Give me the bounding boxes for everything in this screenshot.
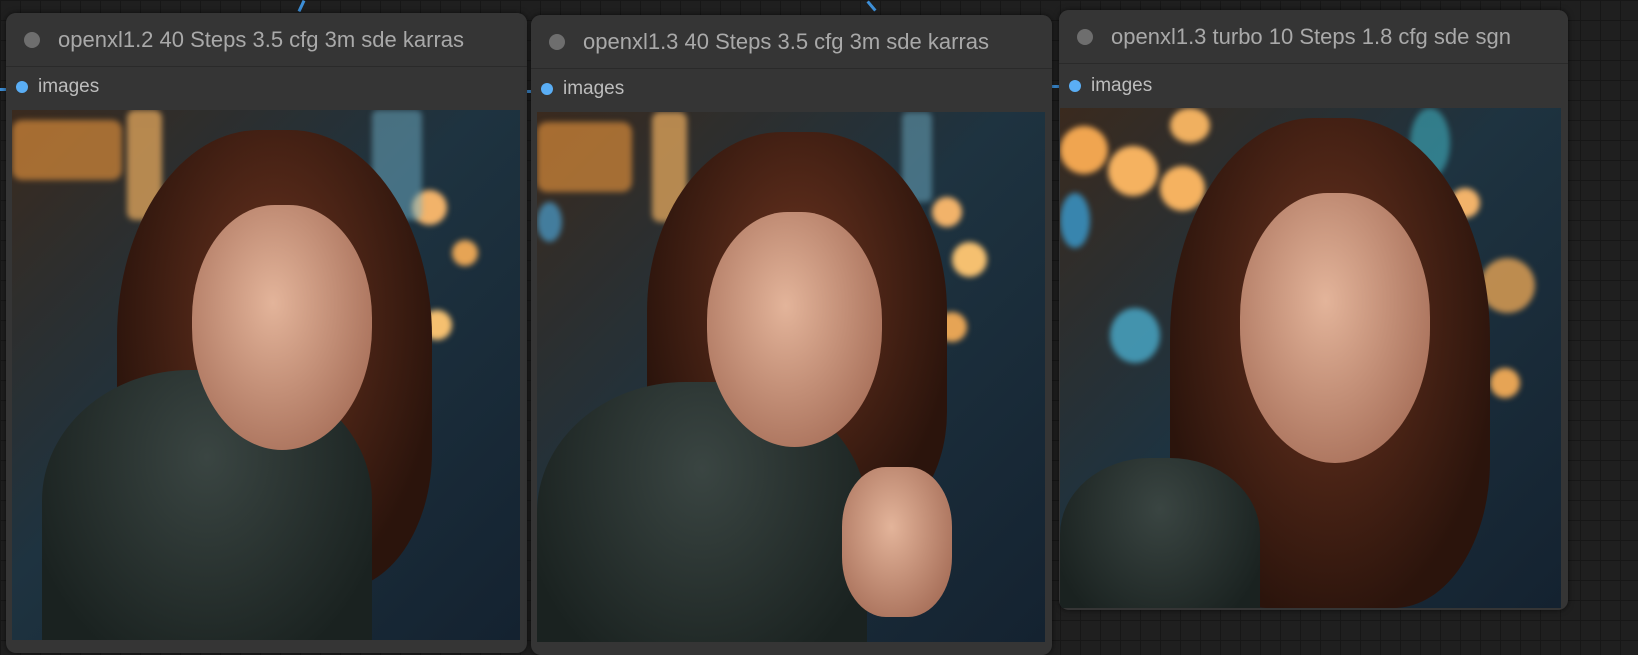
node-title: openxl1.3 40 Steps 3.5 cfg 3m sde karras [583, 28, 990, 54]
slot-dot-icon[interactable] [1069, 80, 1081, 92]
output-slot-images[interactable]: images [531, 69, 1052, 109]
slot-dot-icon[interactable] [541, 83, 553, 95]
preview-image[interactable] [1060, 108, 1561, 608]
node-title-bar[interactable]: openxl1.3 turbo 10 Steps 1.8 cfg sde sgn [1059, 10, 1568, 64]
link-wire [297, 0, 306, 13]
node-title: openxl1.2 40 Steps 3.5 cfg 3m sde karras [58, 26, 465, 52]
collapse-dot-icon[interactable] [1077, 28, 1093, 45]
slot-label: images [38, 76, 100, 97]
node-title-bar[interactable]: openxl1.2 40 Steps 3.5 cfg 3m sde karras [6, 13, 527, 67]
slot-dot-icon[interactable] [16, 81, 28, 93]
slot-label: images [1091, 75, 1153, 96]
preview-image[interactable] [537, 112, 1045, 642]
link-wire [866, 0, 877, 12]
preview-image-node[interactable]: openxl1.3 40 Steps 3.5 cfg 3m sde karras… [531, 15, 1052, 655]
preview-image[interactable] [12, 110, 520, 640]
preview-image-node[interactable]: openxl1.2 40 Steps 3.5 cfg 3m sde karras… [6, 13, 527, 653]
collapse-dot-icon[interactable] [549, 33, 565, 50]
output-slot-images[interactable]: images [1059, 64, 1568, 108]
preview-image-node[interactable]: openxl1.3 turbo 10 Steps 1.8 cfg sde sgn… [1059, 10, 1568, 610]
slot-label: images [563, 78, 625, 99]
node-title: openxl1.3 turbo 10 Steps 1.8 cfg sde sgn [1111, 23, 1511, 49]
collapse-dot-icon[interactable] [24, 31, 40, 48]
output-slot-images[interactable]: images [6, 67, 527, 107]
node-title-bar[interactable]: openxl1.3 40 Steps 3.5 cfg 3m sde karras [531, 15, 1052, 69]
